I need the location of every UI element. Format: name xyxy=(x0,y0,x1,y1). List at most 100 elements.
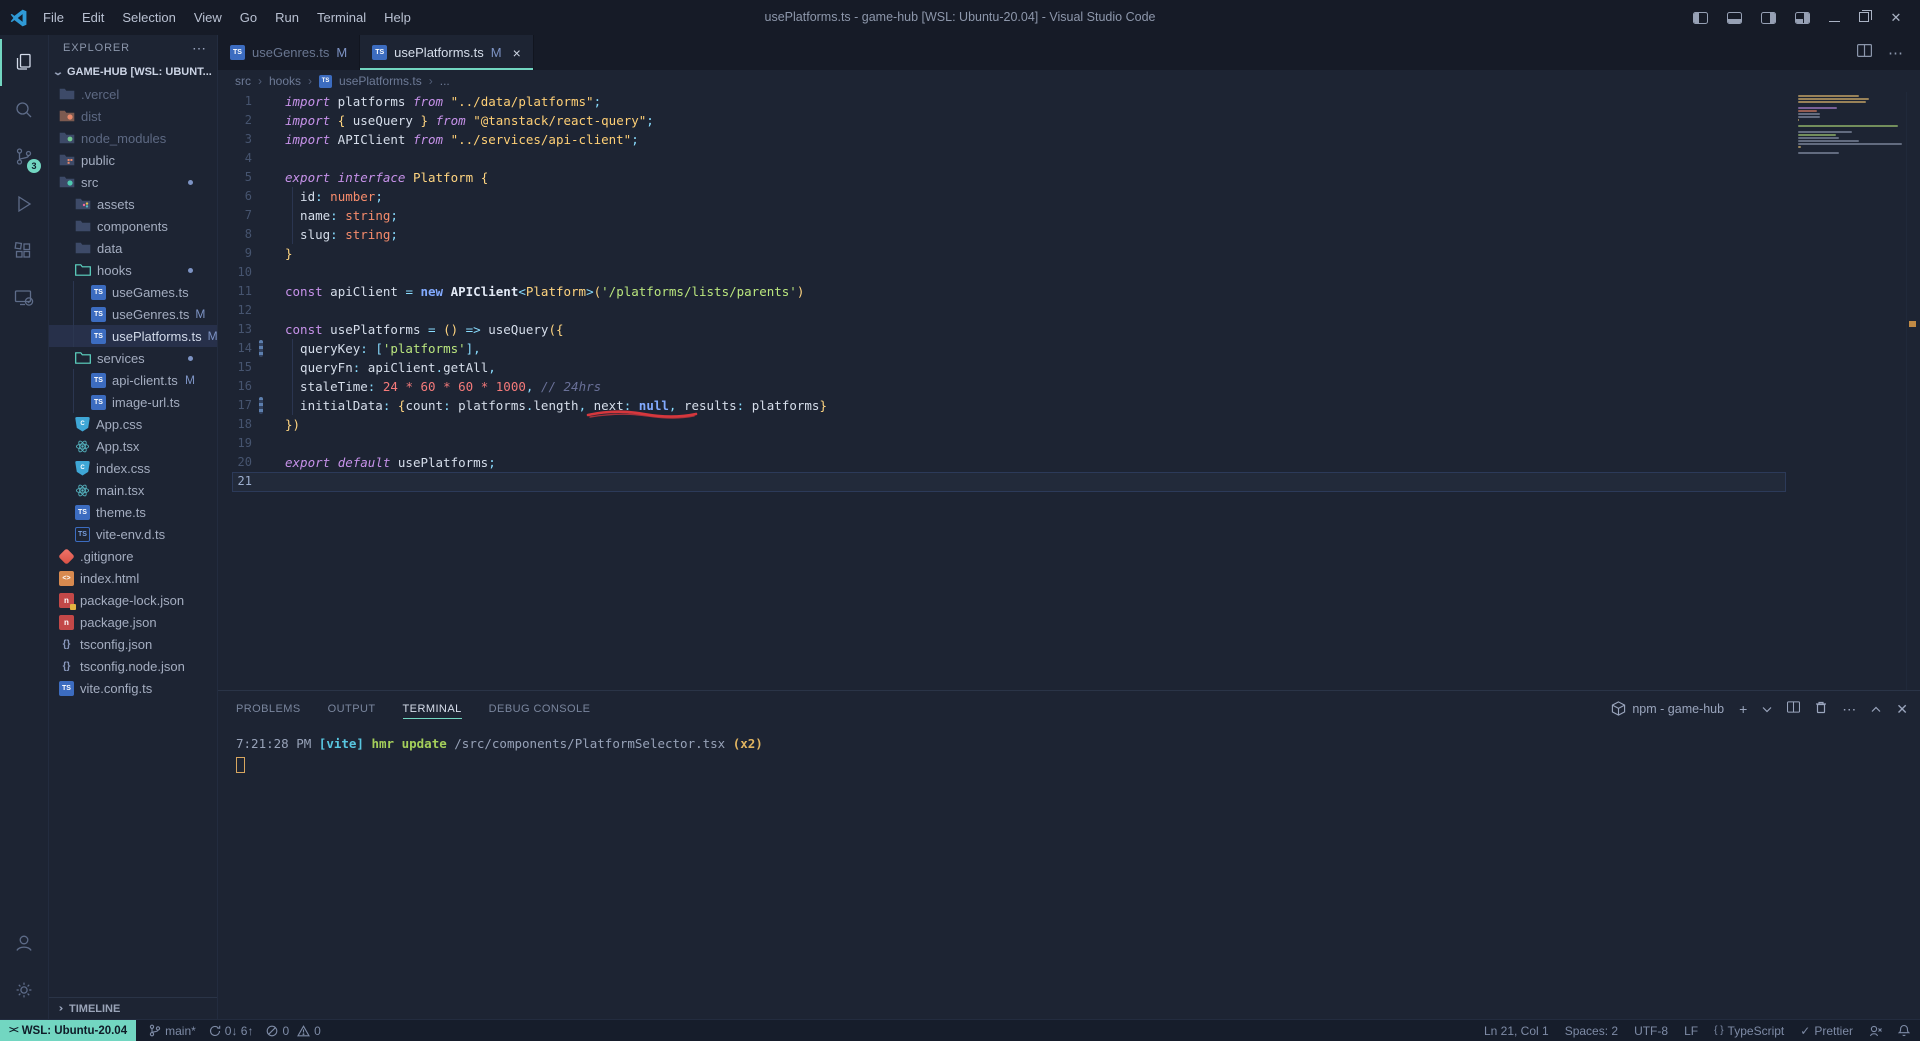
code-line-14[interactable]: 14 queryKey: ['platforms'], xyxy=(218,339,1920,358)
line-number[interactable]: 4 xyxy=(218,149,252,168)
tree-file-usegames-ts[interactable]: TS useGames.ts xyxy=(49,281,217,303)
code-line-18[interactable]: 18}) xyxy=(218,415,1920,434)
tree-file-theme-ts[interactable]: TS theme.ts xyxy=(49,501,217,523)
code-line-2[interactable]: 2 import { useQuery } from "@tanstack/rea… xyxy=(218,111,1920,130)
line-number[interactable]: 12 xyxy=(218,301,252,320)
tree-file-package-json[interactable]: n package.json xyxy=(49,611,217,633)
code-line-17[interactable]: 17 initialData: {count: platforms.length… xyxy=(218,396,1920,415)
code-line-15[interactable]: 15 queryFn: apiClient.getAll, xyxy=(218,358,1920,377)
tree-file--gitignore[interactable]: .gitignore xyxy=(49,545,217,567)
tree-folder-assets[interactable]: assets xyxy=(49,193,217,215)
terminal-dropdown-icon[interactable] xyxy=(1762,702,1772,716)
editor-scrollbar[interactable] xyxy=(1906,92,1920,690)
tree-file-index-css[interactable]: Cindex.css xyxy=(49,457,217,479)
split-editor-icon[interactable] xyxy=(1857,43,1873,62)
line-number[interactable]: 16 xyxy=(218,377,252,396)
line-number[interactable]: 9 xyxy=(218,244,252,263)
line-number[interactable]: 11 xyxy=(218,282,252,301)
breadcrumb-item-hooks[interactable]: hooks xyxy=(269,74,301,88)
code-editor[interactable]: 1 import platforms from "../data/platform… xyxy=(218,92,1920,690)
maximize-panel-icon[interactable] xyxy=(1871,702,1881,716)
source-control-icon[interactable]: 3 xyxy=(0,133,48,180)
tree-folder--vercel[interactable]: .vercel xyxy=(49,83,217,105)
menu-selection[interactable]: Selection xyxy=(113,0,184,35)
panel-tab-output[interactable]: OUTPUT xyxy=(328,691,376,726)
code-line-8[interactable]: 8 slug: string; xyxy=(218,225,1920,244)
menu-run[interactable]: Run xyxy=(266,0,308,35)
new-terminal-icon[interactable]: + xyxy=(1739,702,1747,716)
line-number[interactable]: 2 xyxy=(218,111,252,130)
tree-file-usegenres-ts[interactable]: TS useGenres.ts M xyxy=(49,303,217,325)
indentation-item[interactable]: Spaces: 2 xyxy=(1565,1024,1618,1038)
line-number[interactable]: 19 xyxy=(218,434,252,453)
code-line-10[interactable]: 10 xyxy=(218,263,1920,282)
tree-folder-data[interactable]: data xyxy=(49,237,217,259)
tree-file-useplatforms-ts[interactable]: TS usePlatforms.ts M xyxy=(49,325,217,347)
tree-folder-node-modules[interactable]: node_modules xyxy=(49,127,217,149)
tree-folder-hooks[interactable]: hooks xyxy=(49,259,217,281)
code-line-7[interactable]: 7 name: string; xyxy=(218,206,1920,225)
code-line-1[interactable]: 1 import platforms from "../data/platform… xyxy=(218,92,1920,111)
terminal-instance-label[interactable]: npm - game-hub xyxy=(1611,701,1724,716)
tree-file-index-html[interactable]: <> index.html xyxy=(49,567,217,589)
customize-layout-icon[interactable] xyxy=(1795,11,1810,24)
tree-file-app-tsx[interactable]: App.tsx xyxy=(49,435,217,457)
breadcrumb-item-src[interactable]: src xyxy=(235,74,251,88)
line-number[interactable]: 10 xyxy=(218,263,252,282)
tree-file-image-url-ts[interactable]: TS image-url.ts xyxy=(49,391,217,413)
split-terminal-icon[interactable] xyxy=(1787,701,1801,716)
line-number[interactable]: 6 xyxy=(218,187,252,206)
panel-more-actions-icon[interactable]: ⋯ xyxy=(1842,702,1856,716)
code-line-21[interactable]: 21 xyxy=(218,472,1920,492)
line-number[interactable]: 18 xyxy=(218,415,252,434)
code-line-6[interactable]: 6 id: number; xyxy=(218,187,1920,206)
code-line-19[interactable]: 19 xyxy=(218,434,1920,453)
restore-button[interactable] xyxy=(1859,9,1872,27)
git-branch-item[interactable]: main* xyxy=(149,1024,196,1038)
line-number[interactable]: 1 xyxy=(218,92,252,111)
menu-terminal[interactable]: Terminal xyxy=(308,0,375,35)
tree-file-app-css[interactable]: C App.css xyxy=(49,413,217,435)
line-number[interactable]: 17 xyxy=(218,396,252,415)
language-mode-item[interactable]: { } TypeScript xyxy=(1714,1024,1784,1038)
line-number[interactable]: 13 xyxy=(218,320,252,339)
line-number[interactable]: 7 xyxy=(218,206,252,225)
line-number[interactable]: 14 xyxy=(218,339,252,358)
formatter-item[interactable]: ✓ Prettier xyxy=(1800,1024,1853,1038)
line-number[interactable]: 8 xyxy=(218,225,252,244)
explorer-icon[interactable] xyxy=(0,39,48,86)
bell-icon[interactable] xyxy=(1898,1024,1910,1037)
code-line-3[interactable]: 3 import APIClient from "../services/api-… xyxy=(218,130,1920,149)
tree-folder-services[interactable]: services xyxy=(49,347,217,369)
code-line-16[interactable]: 16 staleTime: 24 * 60 * 60 * 1000, // 24… xyxy=(218,377,1920,396)
toggle-panel-icon[interactable] xyxy=(1727,11,1742,24)
tree-file-tsconfig-node-json[interactable]: {} tsconfig.node.json xyxy=(49,655,217,677)
menu-view[interactable]: View xyxy=(185,0,231,35)
encoding-item[interactable]: UTF-8 xyxy=(1634,1024,1668,1038)
close-panel-icon[interactable]: ✕ xyxy=(1896,702,1908,716)
menu-help[interactable]: Help xyxy=(375,0,420,35)
toggle-secondary-sidebar-icon[interactable] xyxy=(1761,11,1776,24)
tree-folder-public[interactable]: public xyxy=(49,149,217,171)
tab-useplatforms[interactable]: TS usePlatforms.ts M × xyxy=(360,35,534,70)
line-number[interactable]: 5 xyxy=(218,168,252,187)
line-number[interactable]: 15 xyxy=(218,358,252,377)
feedback-icon[interactable] xyxy=(1869,1025,1882,1037)
code-line-20[interactable]: 20 export default usePlatforms; xyxy=(218,453,1920,472)
panel-tab-terminal[interactable]: TERMINAL xyxy=(402,691,462,726)
menu-edit[interactable]: Edit xyxy=(73,0,113,35)
code-line-11[interactable]: 11 const apiClient = new APIClient<Platfo… xyxy=(218,282,1920,301)
tree-file-package-lock-json[interactable]: n package-lock.json xyxy=(49,589,217,611)
extensions-icon[interactable] xyxy=(0,227,48,274)
menu-go[interactable]: Go xyxy=(231,0,266,35)
code-line-12[interactable]: 12 xyxy=(218,301,1920,320)
line-number[interactable]: 3 xyxy=(218,130,252,149)
workspace-section-header[interactable]: ⌄ GAME-HUB [WSL: UBUNT... xyxy=(49,61,217,83)
close-window-button[interactable]: ✕ xyxy=(1888,10,1904,26)
tree-folder-src[interactable]: src xyxy=(49,171,217,193)
run-and-debug-icon[interactable] xyxy=(0,180,48,227)
tree-folder-dist[interactable]: dist xyxy=(49,105,217,127)
problems-item[interactable]: 0 0 xyxy=(266,1024,321,1038)
tree-file-main-tsx[interactable]: main.tsx xyxy=(49,479,217,501)
search-icon[interactable] xyxy=(0,86,48,133)
